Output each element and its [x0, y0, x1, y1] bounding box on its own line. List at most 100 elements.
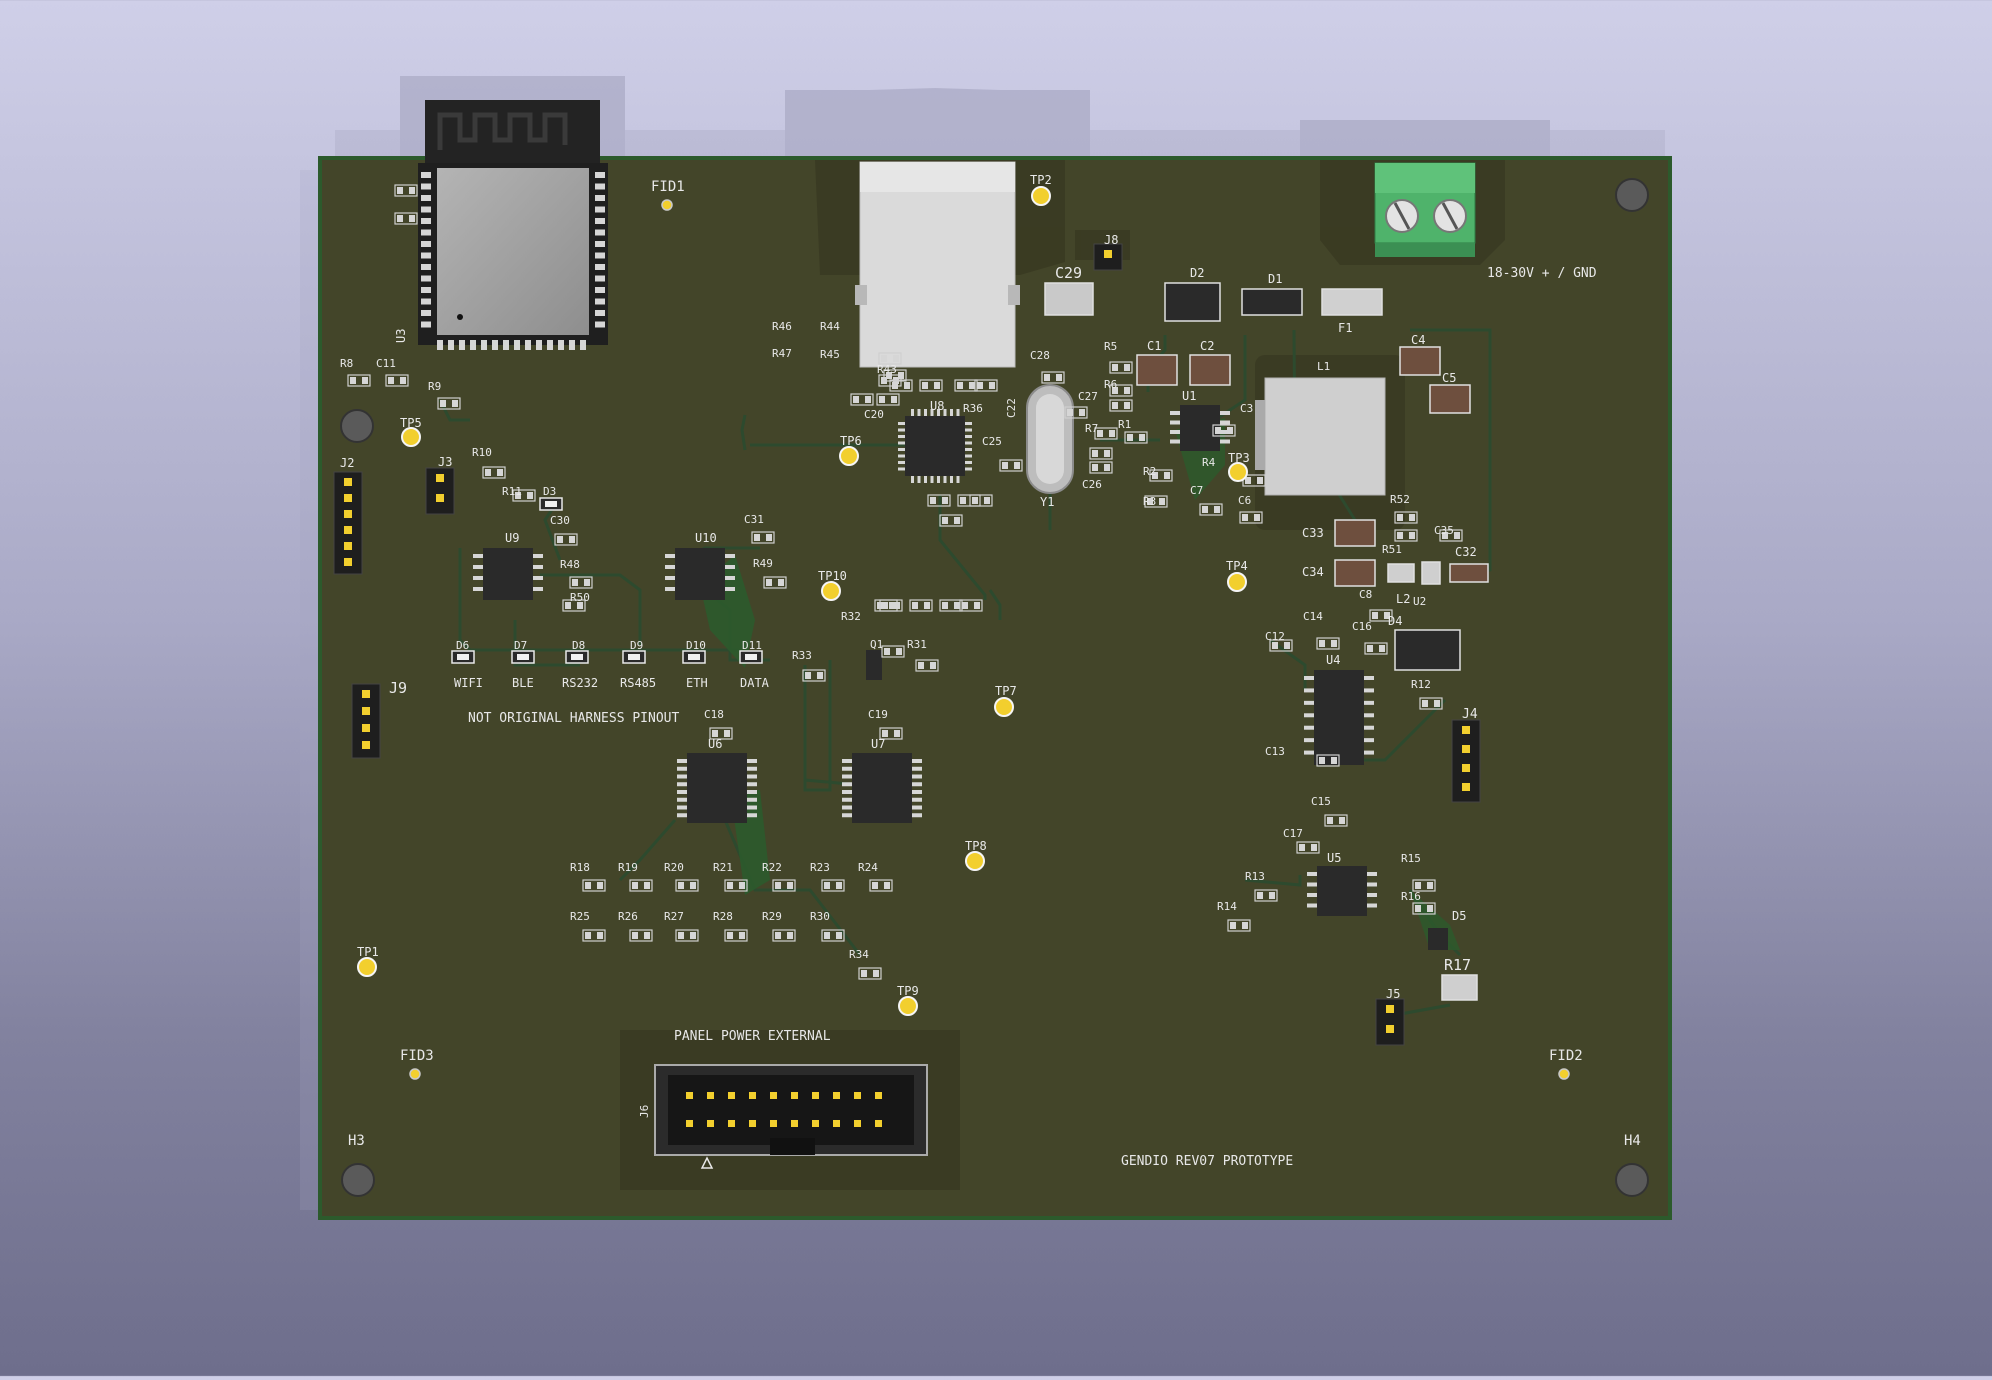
passive-pad	[836, 882, 842, 889]
passive-pad	[891, 396, 897, 403]
ic-pin	[473, 565, 483, 569]
header-pin	[362, 741, 370, 749]
terminal-block[interactable]	[1374, 162, 1476, 257]
passive-pad	[787, 932, 793, 939]
esp-pad	[595, 264, 605, 270]
ic-pin	[747, 774, 757, 779]
passive-pad	[1427, 905, 1433, 912]
ref-d1: D1	[1268, 272, 1282, 286]
ic-pin	[665, 587, 675, 591]
header-pin	[1386, 1025, 1394, 1033]
ref-u7: U7	[871, 737, 885, 751]
esp-pad	[595, 252, 605, 259]
led-label-wifi: WIFI	[454, 676, 483, 690]
passive-pad	[1415, 882, 1421, 889]
cap-c1	[1136, 354, 1178, 386]
esp-pad	[503, 340, 509, 350]
ic-u9	[483, 548, 533, 600]
passive-pad	[882, 730, 888, 737]
ref-tp2: TP2	[1030, 173, 1052, 187]
power-inductor-l1[interactable]	[1255, 377, 1386, 496]
header-pin	[436, 494, 444, 502]
j6-pin	[686, 1092, 693, 1099]
passive-pad	[787, 882, 793, 889]
ref-tp9: TP9	[897, 984, 919, 998]
ref-r44: R44	[820, 320, 840, 333]
ref-r13: R13	[1245, 870, 1265, 883]
inductor-l2	[1387, 563, 1415, 583]
passive-pad	[1311, 844, 1317, 851]
passive-pad	[739, 932, 745, 939]
passive-pad	[585, 932, 591, 939]
passive-pad	[1427, 882, 1433, 889]
ic-pin	[1364, 738, 1374, 743]
ic-pin	[965, 441, 972, 445]
passive-pad	[497, 469, 503, 476]
ref-r2: R2	[1143, 465, 1156, 478]
ref-j8: J8	[1104, 233, 1118, 247]
ic-pin	[950, 476, 953, 483]
panel-power-label: PANEL POWER EXTERNAL	[674, 1029, 831, 1044]
passive-pad	[930, 662, 936, 669]
j6-pin	[791, 1092, 798, 1099]
passive-pad	[1227, 427, 1233, 434]
led-lens	[745, 654, 757, 660]
rj45-jack[interactable]	[855, 161, 1020, 368]
esp-pad	[595, 195, 605, 201]
passive-pad	[1319, 640, 1325, 647]
cap-c34	[1334, 559, 1376, 587]
esp-pad	[421, 264, 431, 270]
power-input-label: 18-30V + / GND	[1487, 266, 1597, 281]
ic-pin	[1304, 688, 1314, 693]
j6-pin	[875, 1120, 882, 1127]
ic-pin	[842, 759, 852, 763]
ic-pin	[912, 805, 922, 810]
pcb-3d-viewport[interactable]: 18-30V + / GND NOT ORIGINAL HARNESS PINO…	[0, 0, 1992, 1376]
crystal-y1[interactable]	[1026, 384, 1074, 494]
header-pin	[1462, 745, 1470, 753]
fuse-f1	[1321, 288, 1383, 316]
j6-pin	[728, 1120, 735, 1127]
ic-pin	[898, 422, 905, 425]
ic-pin	[677, 759, 687, 763]
passive-pad	[942, 602, 948, 609]
ref-u6: U6	[708, 737, 722, 751]
box-header-j6[interactable]	[654, 1064, 928, 1156]
pcb-render[interactable]: 18-30V + / GND NOT ORIGINAL HARNESS PINO…	[0, 0, 1992, 1376]
ic-pin	[1364, 700, 1374, 705]
ic-pin	[917, 476, 921, 483]
passive-pad	[824, 932, 830, 939]
ic-u2	[1421, 561, 1441, 585]
ref-r20: R20	[664, 861, 684, 874]
ic-pin	[937, 476, 940, 483]
ref-j3: J3	[438, 455, 452, 469]
esp-pad	[448, 340, 454, 350]
ref-r22: R22	[762, 861, 782, 874]
ref-r14: R14	[1217, 900, 1237, 913]
passive-pad	[881, 355, 887, 362]
passive-pad	[1299, 844, 1305, 851]
ref-r28: R28	[713, 910, 733, 923]
esp-pad	[421, 241, 431, 247]
passive-pad	[690, 932, 696, 939]
passive-pad	[817, 672, 823, 679]
passive-pad	[1242, 922, 1248, 929]
passive-pad	[1127, 434, 1133, 441]
ic-pin	[725, 565, 735, 569]
passive-pad	[690, 882, 696, 889]
harness-note: NOT ORIGINAL HARNESS PINOUT	[468, 711, 679, 726]
passive-pad	[942, 517, 948, 524]
ic-pin	[747, 782, 757, 787]
ref-d8: D8	[572, 639, 585, 652]
ref-f1: F1	[1338, 321, 1352, 335]
passive-pad	[1372, 612, 1378, 619]
ref-u3: U3	[394, 329, 408, 343]
ref-d7: D7	[514, 639, 527, 652]
ref-c20: C20	[864, 408, 884, 421]
passive-pad	[1014, 462, 1020, 469]
resistor-r17	[1441, 974, 1478, 1001]
passive-pad	[724, 730, 730, 737]
esp32-module-u3[interactable]	[418, 100, 608, 345]
j6-pin	[749, 1092, 756, 1099]
ic-pin	[747, 797, 757, 802]
